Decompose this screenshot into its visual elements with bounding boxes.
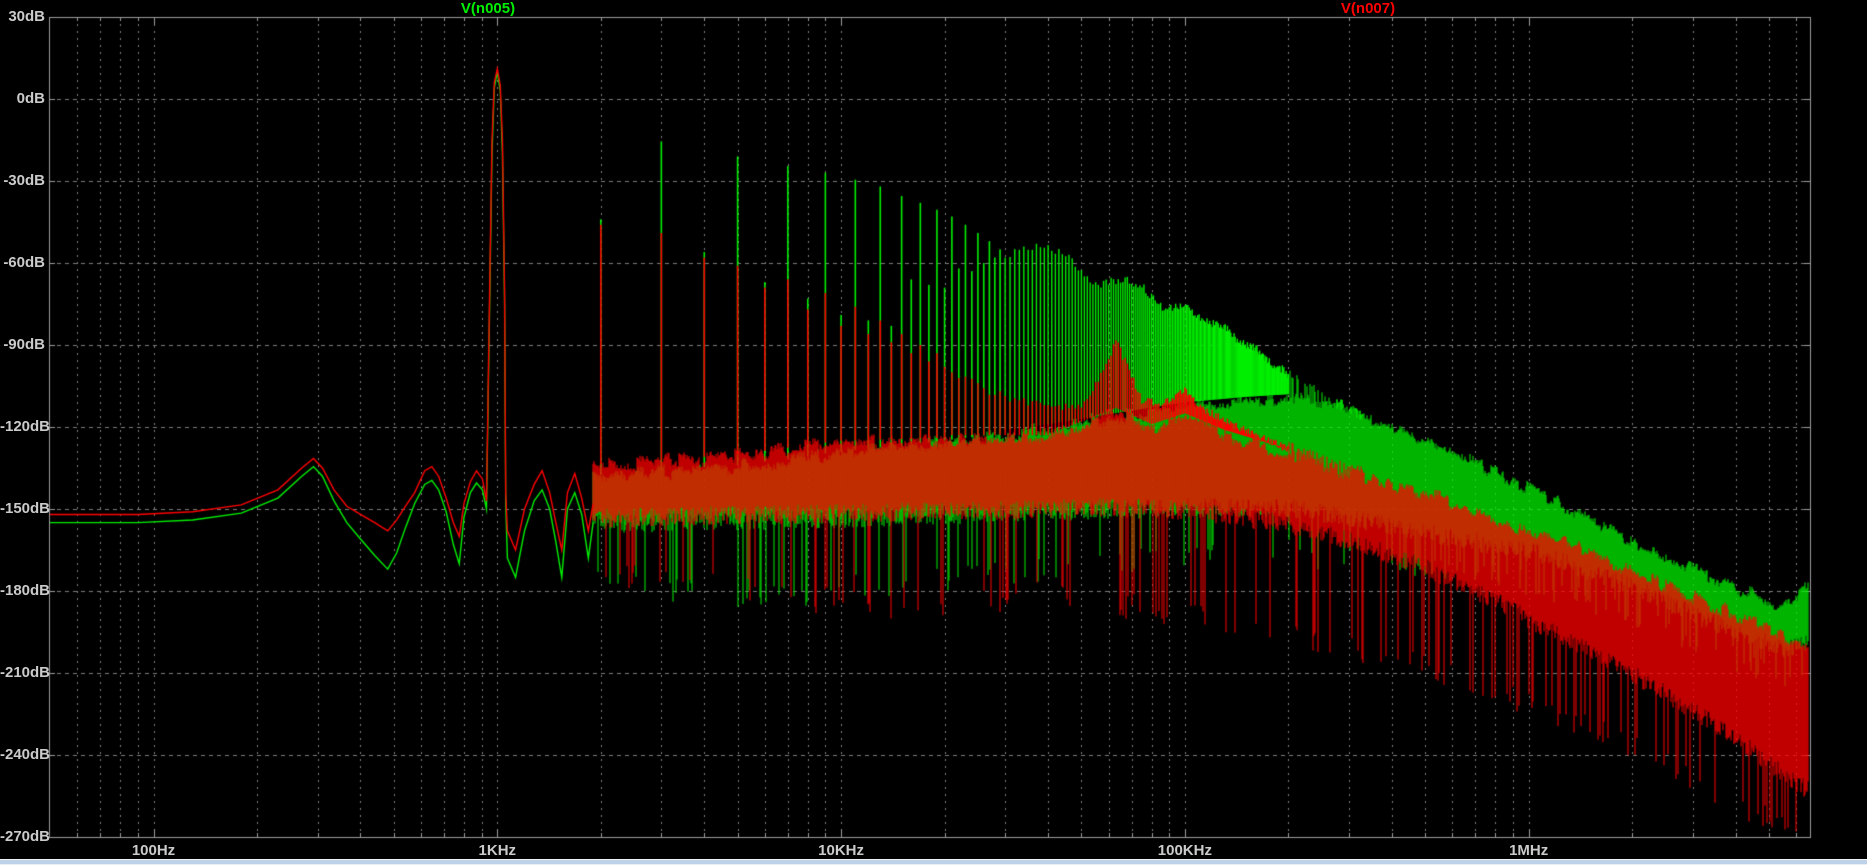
y-tick-label: -60dB — [3, 254, 45, 271]
y-tick-label: -180dB — [0, 582, 51, 599]
x-tick-label: 1KHz — [478, 842, 517, 859]
legend-trace-vn005[interactable]: V(n005) — [428, 1, 548, 16]
y-tick-label: -120dB — [0, 418, 51, 435]
y-tick-label: -90dB — [3, 336, 45, 353]
x-tick-label: 10KHz — [818, 842, 865, 859]
y-tick-label: -270dB — [0, 828, 51, 845]
y-tick-label: 30dB — [8, 8, 45, 25]
x-tick-label: 100KHz — [1157, 842, 1212, 859]
y-tick-label: -240dB — [0, 746, 51, 763]
legend-trace-vn007[interactable]: V(n007) — [1308, 1, 1428, 16]
y-tick-label: 0dB — [16, 90, 45, 107]
waveform-plot-pane[interactable] — [0, 0, 1867, 865]
y-tick-label: -30dB — [3, 172, 45, 189]
x-tick-label: 100Hz — [131, 842, 176, 859]
y-tick-label: -210dB — [0, 664, 51, 681]
x-tick-label: 1MHz — [1509, 842, 1549, 859]
y-tick-label: -150dB — [0, 500, 51, 517]
ltspice-fft-window: V(n005) V(n007) 30dB 0dB -30dB -60dB -90dB -1… — [0, 0, 1867, 865]
